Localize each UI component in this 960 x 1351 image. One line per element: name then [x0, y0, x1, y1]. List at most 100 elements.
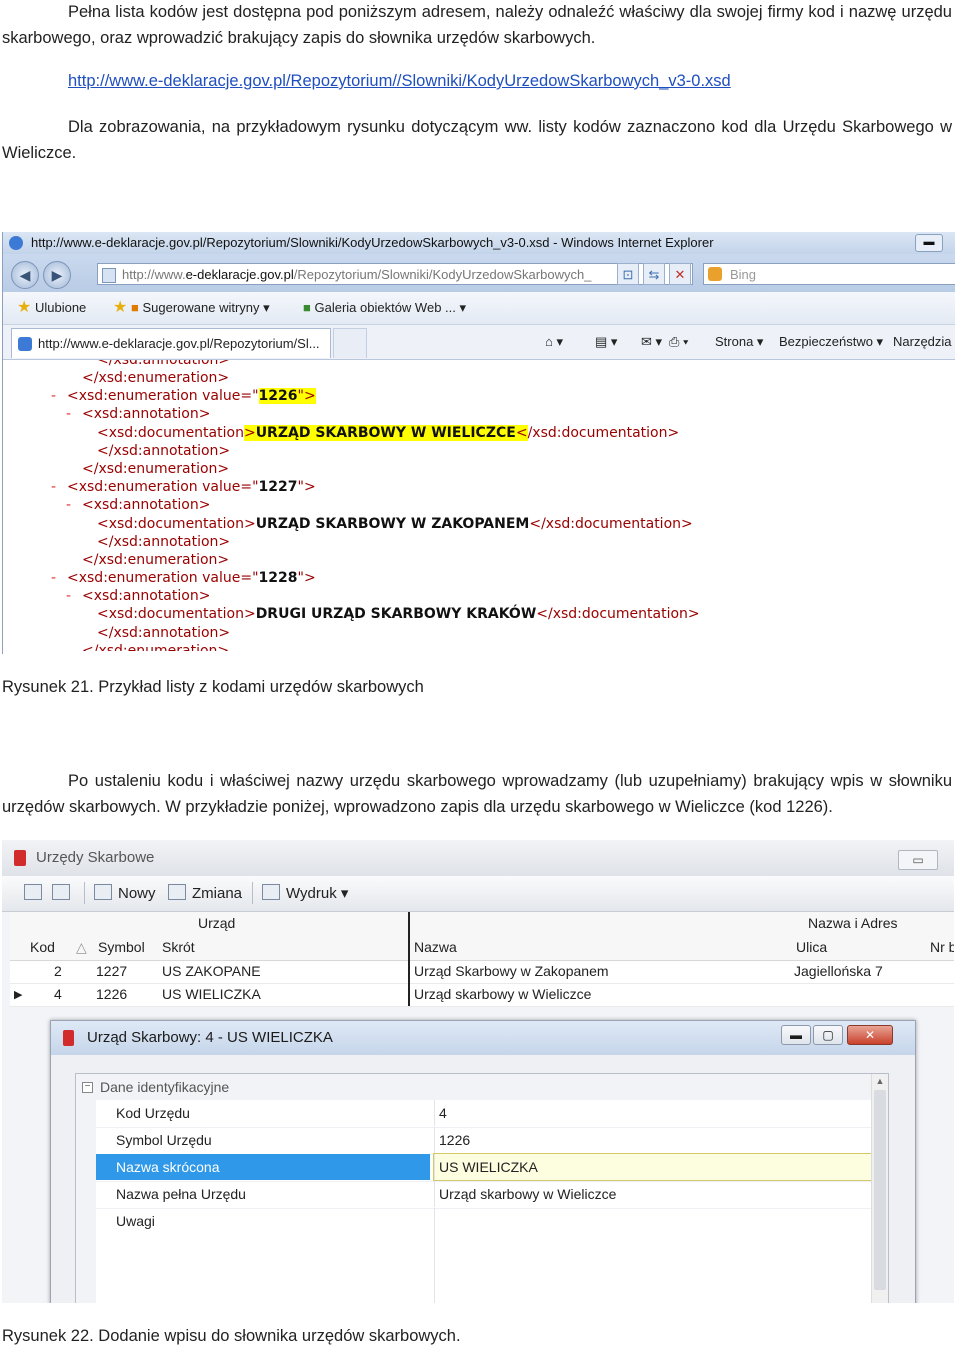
xml-line: - <xsd:enumeration value="1226"> [3, 387, 955, 405]
xml-tag-text: </xsd:enumeration> [82, 460, 230, 477]
forward-arrow-icon[interactable]: ▶ [43, 261, 71, 289]
property-key: Uwagi [116, 1213, 155, 1229]
page-menu[interactable]: Strona ▾ [715, 325, 763, 359]
scroll-thumb[interactable] [874, 1090, 886, 1290]
dialog-title-bar: Urząd Skarbowy: 4 - US WIELICZKA ▬ ▢ ✕ [51, 1021, 915, 1055]
collapse-marker[interactable]: - [66, 405, 71, 423]
vertical-scrollbar[interactable]: ▲ [871, 1074, 888, 1303]
minimize-icon[interactable]: ▬ [781, 1025, 811, 1045]
tools-menu[interactable]: Narzędzia ▾ [893, 325, 955, 359]
dialog-logo-icon [63, 1030, 74, 1046]
folder-icon [94, 884, 112, 900]
suggested-sites[interactable]: ★ ■ Sugerowane witryny ▾ [113, 292, 270, 324]
scroll-up-icon[interactable]: ▲ [872, 1074, 888, 1088]
bing-icon [708, 267, 722, 281]
xsd-link[interactable]: http://www.e-deklaracje.gov.pl/Repozytor… [68, 72, 731, 90]
edit-button[interactable]: Zmiana [168, 876, 242, 911]
property-grid: − Dane identyfikacyjne Kod Urzędu 4 Symb… [75, 1073, 889, 1303]
xml-line: </xsd:enumeration> [3, 642, 955, 651]
category-header[interactable]: − Dane identyfikacyjne [76, 1074, 872, 1100]
col-ulica[interactable]: Ulica [796, 939, 827, 955]
xml-line: - <xsd:enumeration value="1227"> [3, 478, 955, 496]
property-row[interactable]: Kod Urzędu 4 [96, 1100, 872, 1128]
address-field[interactable]: http://www.e-deklaracje.gov.pl/Repozytor… [97, 263, 693, 285]
address-domain: e-deklaracje.gov.pl [185, 267, 294, 282]
collapse-marker[interactable]: - [51, 569, 56, 587]
xml-line: </xsd:annotation> [3, 624, 955, 642]
property-value[interactable]: US WIELICZKA [433, 1153, 874, 1181]
minimize-icon[interactable]: ▭ [898, 850, 938, 870]
property-value[interactable] [434, 1208, 873, 1303]
back-arrow-icon[interactable]: ◀ [11, 261, 39, 289]
feeds-icon[interactable]: ▤ ▾ [595, 325, 617, 359]
col-skrot[interactable]: Skrót [162, 939, 195, 955]
page-icon [102, 268, 116, 283]
print-icon[interactable]: ⎙ ▾ [669, 325, 688, 359]
favorites-button[interactable]: ★ Ulubione [17, 292, 86, 324]
search-field[interactable]: Bing [703, 263, 955, 285]
property-value[interactable]: 4 [434, 1100, 873, 1126]
xsd-link-line: http://www.e-deklaracje.gov.pl/Repozytor… [68, 68, 731, 94]
sort-icon: △ [76, 939, 87, 955]
dialog-title: Urząd Skarbowy: 4 - US WIELICZKA [87, 1029, 333, 1046]
mail-icon[interactable]: ✉ ▾ [641, 325, 662, 359]
xml-tag-text: </xsd:enumeration> [82, 551, 230, 568]
tab-xsd[interactable]: http://www.e-deklaracje.gov.pl/Repozytor… [11, 328, 331, 358]
print-button[interactable]: Wydruk ▾ [262, 876, 348, 911]
xml-tag-text: <xsd:enumeration value="1228"> [67, 570, 316, 587]
xml-tag-text: <xsd:annotation> [82, 406, 211, 423]
address-rest: /Repozytorium/Slowniki/KodyUrzedowSkarbo… [293, 267, 592, 282]
app-title: Urzędy Skarbowe [36, 849, 155, 866]
property-key: Kod Urzędu [116, 1105, 190, 1121]
col-kod[interactable]: Kod [30, 939, 55, 955]
example-paragraph: Dla zobrazowania, na przykładowym rysunk… [2, 118, 952, 162]
xml-line: - <xsd:annotation> [3, 587, 955, 605]
property-row[interactable]: Symbol Urzędu 1226 [96, 1127, 872, 1155]
web-slice-icon: ■ [303, 300, 311, 315]
print-preview-icon[interactable] [52, 876, 76, 911]
col-nr[interactable]: Nr b [930, 939, 954, 955]
xml-content: </xsd:annotation> </xsd:enumeration> - <xsd… [3, 360, 955, 651]
maximize-icon[interactable]: ▢ [813, 1025, 843, 1045]
minimize-icon[interactable]: ▬ [915, 234, 943, 252]
property-value[interactable]: 1226 [434, 1127, 873, 1153]
property-value[interactable]: Urząd skarbowy w Wieliczce [434, 1181, 873, 1207]
property-row[interactable]: Nazwa pełna Urzędu Urząd skarbowy w Wiel… [96, 1181, 872, 1209]
new-button[interactable]: Nowy [94, 876, 156, 911]
favorites-bar: ★ Ulubione ★ ■ Sugerowane witryny ▾ ■ Ga… [3, 292, 955, 325]
col-nazwa[interactable]: Nazwa [414, 939, 457, 955]
toolbar-separator [252, 882, 253, 904]
favorites-label: Ulubione [34, 300, 87, 315]
collapse-icon[interactable]: − [82, 1082, 93, 1093]
app-toolbar: Nowy Zmiana Wydruk ▾ [2, 876, 954, 912]
edit-label: Zmiana [192, 885, 243, 902]
xml-line: <xsd:documentation>URZĄD SKARBOWY W ZAKO… [3, 515, 955, 533]
home-icon[interactable]: ⌂ ▾ [545, 325, 563, 359]
table-row-selected[interactable]: ▶ 4 1226 US WIELICZKA Urząd skarbowy w W… [10, 983, 954, 1007]
search-icon[interactable] [24, 876, 48, 911]
cell-skrot: US WIELICZKA [162, 986, 261, 1002]
collapse-marker[interactable]: - [66, 587, 71, 605]
collapse-marker[interactable]: - [51, 387, 56, 405]
compat-view-icon[interactable]: ⊡ [617, 263, 639, 285]
add-favorite-icon: ★ [113, 299, 128, 316]
web-slice-gallery[interactable]: ■ Galeria obiektów Web ... ▾ [303, 292, 466, 324]
table-row[interactable]: 2 1227 US ZAKOPANE Urząd Skarbowy w Zako… [10, 960, 954, 984]
property-row-selected[interactable]: Nazwa skrócona US WIELICZKA [96, 1153, 874, 1182]
new-tab-button[interactable] [333, 328, 367, 358]
refresh-icon[interactable]: ⇆ [643, 263, 665, 285]
toolbar-separator [84, 882, 85, 904]
close-icon[interactable]: ✕ [847, 1025, 893, 1045]
xml-line: </xsd:annotation> [3, 442, 955, 460]
collapse-marker[interactable]: - [51, 478, 56, 496]
col-symbol[interactable]: Symbol [98, 939, 145, 955]
property-row[interactable]: Uwagi [96, 1208, 872, 1303]
cell-skrot: US ZAKOPANE [162, 963, 261, 979]
collapse-marker[interactable]: - [66, 496, 71, 514]
office-dialog: Urząd Skarbowy: 4 - US WIELICZKA ▬ ▢ ✕ −… [50, 1020, 916, 1303]
print-label: Wydruk [286, 885, 337, 902]
grid-column-header: Kod △ Symbol Skrót Nazwa Ulica Nr b [10, 936, 954, 961]
stop-icon[interactable]: ✕ [669, 263, 691, 285]
safety-menu[interactable]: Bezpieczeństwo ▾ [779, 325, 883, 359]
xml-line: </xsd:annotation> [3, 360, 955, 369]
